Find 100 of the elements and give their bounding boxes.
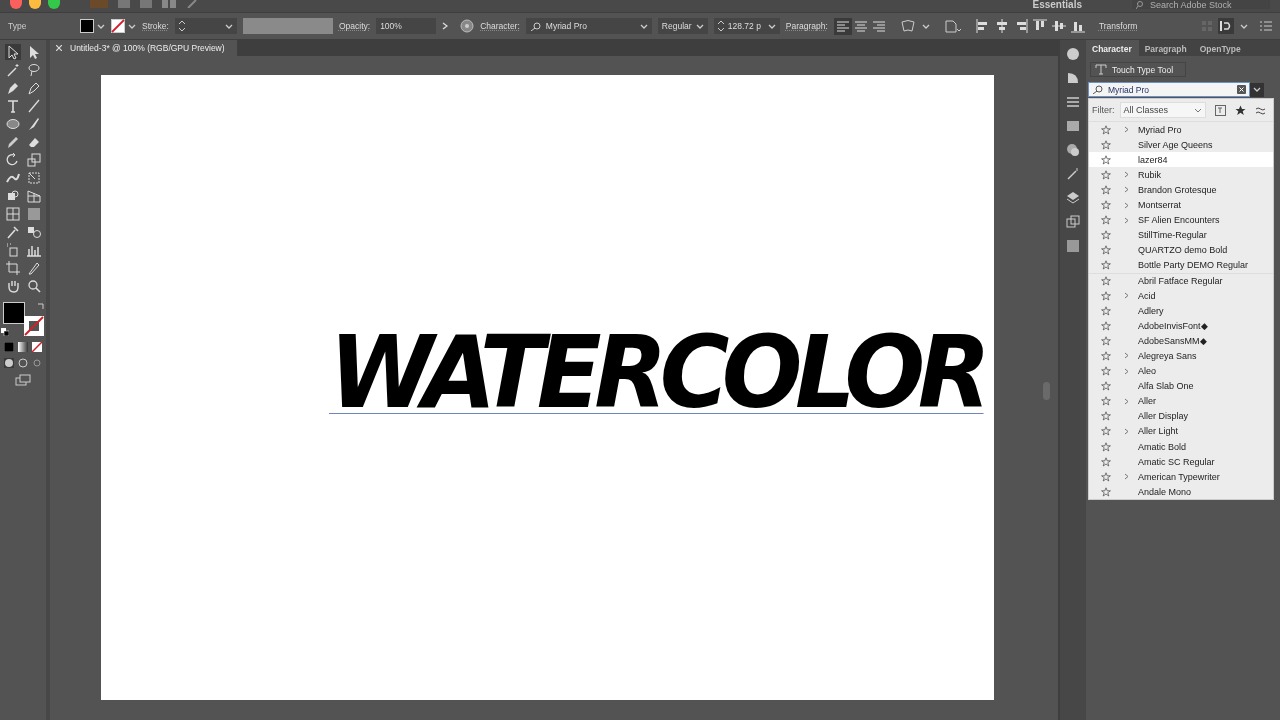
font-list-item[interactable]: SF Alien Encounters bbox=[1089, 212, 1273, 228]
star-outline-icon[interactable] bbox=[1101, 260, 1111, 271]
gradient-mode-swatch[interactable] bbox=[18, 342, 28, 352]
star-outline-icon[interactable] bbox=[1101, 411, 1111, 422]
font-list-item[interactable]: Myriad Pro bbox=[1089, 122, 1273, 138]
font-list-item[interactable]: Brandon Grotesque bbox=[1089, 182, 1273, 198]
similar-fonts-icon[interactable] bbox=[1254, 104, 1266, 116]
stroke-weight-field[interactable] bbox=[174, 18, 237, 34]
chevron-right-icon[interactable] bbox=[1124, 186, 1129, 194]
star-outline-icon[interactable] bbox=[1101, 441, 1111, 452]
font-style-field[interactable]: Regular bbox=[657, 18, 708, 34]
star-outline-icon[interactable] bbox=[1101, 426, 1111, 437]
font-list-item[interactable]: Aller Display bbox=[1089, 408, 1273, 424]
font-list-item[interactable]: Alfa Slab One bbox=[1089, 378, 1273, 394]
font-list-item[interactable]: Acid bbox=[1089, 288, 1273, 304]
menu-icon[interactable] bbox=[1260, 21, 1272, 31]
font-list-item[interactable]: Aller bbox=[1089, 393, 1273, 409]
star-outline-icon[interactable] bbox=[1101, 184, 1111, 195]
fill-color-swatch[interactable] bbox=[3, 302, 25, 324]
star-outline-icon[interactable] bbox=[1101, 200, 1111, 210]
font-list-item[interactable]: Silver Age Queens bbox=[1089, 137, 1273, 153]
curvature-icon[interactable] bbox=[25, 80, 42, 96]
font-list-item[interactable]: Andale Mono bbox=[1089, 484, 1273, 500]
window-control-button[interactable] bbox=[10, 0, 22, 9]
fill-swatch[interactable] bbox=[80, 19, 94, 33]
star-outline-icon[interactable] bbox=[1101, 169, 1111, 180]
magic-wand-icon[interactable] bbox=[1065, 166, 1081, 182]
none-mode-swatch[interactable] bbox=[32, 342, 42, 352]
filter-classes-dropdown[interactable]: All Classes bbox=[1119, 102, 1206, 118]
font-list-item[interactable]: Rubik bbox=[1089, 167, 1273, 183]
star-outline-icon[interactable] bbox=[1101, 290, 1111, 301]
font-list-item[interactable]: Alegreya Sans bbox=[1089, 348, 1273, 364]
panel-tab[interactable]: Paragraph bbox=[1138, 40, 1194, 56]
swatches-icon[interactable] bbox=[1065, 46, 1081, 62]
symbol-sprayer-icon[interactable] bbox=[4, 242, 21, 258]
font-list-item[interactable]: lazer84 bbox=[1089, 152, 1273, 168]
font-family-field[interactable]: Myriad Pro bbox=[525, 18, 652, 34]
chevron-right-icon[interactable] bbox=[1124, 352, 1129, 360]
star-outline-icon[interactable] bbox=[1101, 139, 1111, 150]
star-outline-icon[interactable] bbox=[1101, 456, 1111, 467]
align-vertical-center-icon[interactable] bbox=[1051, 19, 1066, 33]
stroke-icon[interactable] bbox=[1065, 94, 1081, 110]
star-outline-icon[interactable] bbox=[1101, 215, 1111, 226]
blend-icon[interactable] bbox=[25, 224, 42, 240]
appearance-icon[interactable] bbox=[1065, 142, 1081, 158]
caret-icon[interactable] bbox=[128, 23, 136, 29]
star-outline-icon[interactable] bbox=[1101, 381, 1111, 392]
mesh-icon[interactable] bbox=[4, 206, 21, 222]
chevron-right-icon[interactable] bbox=[1124, 397, 1129, 405]
paragraph-align-button[interactable] bbox=[833, 17, 852, 35]
font-search-field[interactable]: Myriad Pro bbox=[1088, 82, 1250, 97]
chevron-right-icon[interactable] bbox=[1124, 216, 1129, 224]
font-list-item[interactable]: American Typewriter bbox=[1089, 469, 1273, 485]
chevron-right-icon[interactable] bbox=[1124, 126, 1129, 134]
stroke-none-swatch[interactable] bbox=[111, 19, 125, 33]
star-outline-icon[interactable] bbox=[1101, 305, 1111, 316]
caret-icon[interactable] bbox=[921, 23, 930, 29]
warp-icon[interactable] bbox=[899, 19, 916, 33]
font-list-item[interactable]: AdobeSansMM◆ bbox=[1089, 333, 1273, 349]
eyedropper-icon[interactable] bbox=[4, 224, 21, 240]
panel-tab[interactable]: Character bbox=[1086, 40, 1139, 56]
star-icon[interactable] bbox=[1234, 104, 1246, 116]
star-outline-icon[interactable] bbox=[1101, 486, 1111, 497]
chevron-right-icon[interactable] bbox=[1124, 171, 1129, 179]
transform-link[interactable]: Transform bbox=[1098, 21, 1138, 31]
artboard-icon[interactable] bbox=[4, 260, 21, 276]
layout-grid-icon[interactable] bbox=[162, 0, 176, 8]
workspace-switcher[interactable]: Essentials bbox=[1032, 0, 1082, 9]
window-control-button[interactable] bbox=[29, 0, 41, 9]
align-top-edge-icon[interactable] bbox=[1032, 19, 1047, 33]
draw-behind-icon[interactable] bbox=[18, 358, 28, 368]
chevron-right-icon[interactable] bbox=[1124, 292, 1129, 300]
star-outline-icon[interactable] bbox=[1101, 350, 1111, 361]
font-list-item[interactable]: Adlery bbox=[1089, 303, 1273, 319]
free-transform-icon[interactable] bbox=[25, 170, 42, 186]
font-list-item[interactable]: StillTime-Regular bbox=[1089, 227, 1273, 243]
layers-icon[interactable] bbox=[1065, 190, 1081, 206]
artboards-icon[interactable] bbox=[1065, 214, 1081, 230]
screen-mode-icon[interactable] bbox=[15, 374, 31, 386]
align-left-edge-icon[interactable] bbox=[975, 19, 990, 33]
star-outline-icon[interactable] bbox=[1101, 320, 1111, 331]
caret-icon[interactable] bbox=[97, 23, 105, 29]
font-list-item[interactable]: AdobeInvisFont◆ bbox=[1089, 318, 1273, 334]
star-outline-icon[interactable] bbox=[1101, 245, 1111, 256]
star-outline-icon[interactable] bbox=[1101, 154, 1111, 165]
star-outline-icon[interactable] bbox=[1101, 335, 1111, 346]
star-outline-icon[interactable] bbox=[1101, 230, 1111, 241]
document-icon[interactable] bbox=[943, 19, 962, 33]
stock-search-field[interactable]: Search Adobe Stock bbox=[1132, 0, 1270, 9]
font-list-item[interactable]: Aleo bbox=[1089, 363, 1273, 379]
recolor-icon[interactable] bbox=[460, 19, 475, 33]
font-list-item[interactable]: Bottle Party DEMO Regular bbox=[1089, 257, 1273, 273]
stroke-color-swatch[interactable] bbox=[24, 316, 44, 336]
scrollbar-thumb[interactable] bbox=[1043, 382, 1050, 400]
ellipse-icon[interactable] bbox=[4, 116, 21, 132]
star-outline-icon[interactable] bbox=[1101, 366, 1111, 377]
color-mode-swatch[interactable] bbox=[4, 342, 14, 352]
caret-icon[interactable] bbox=[1240, 23, 1248, 29]
dropdown-button[interactable] bbox=[1250, 82, 1264, 97]
align-bottom-edge-icon[interactable] bbox=[1070, 19, 1085, 33]
